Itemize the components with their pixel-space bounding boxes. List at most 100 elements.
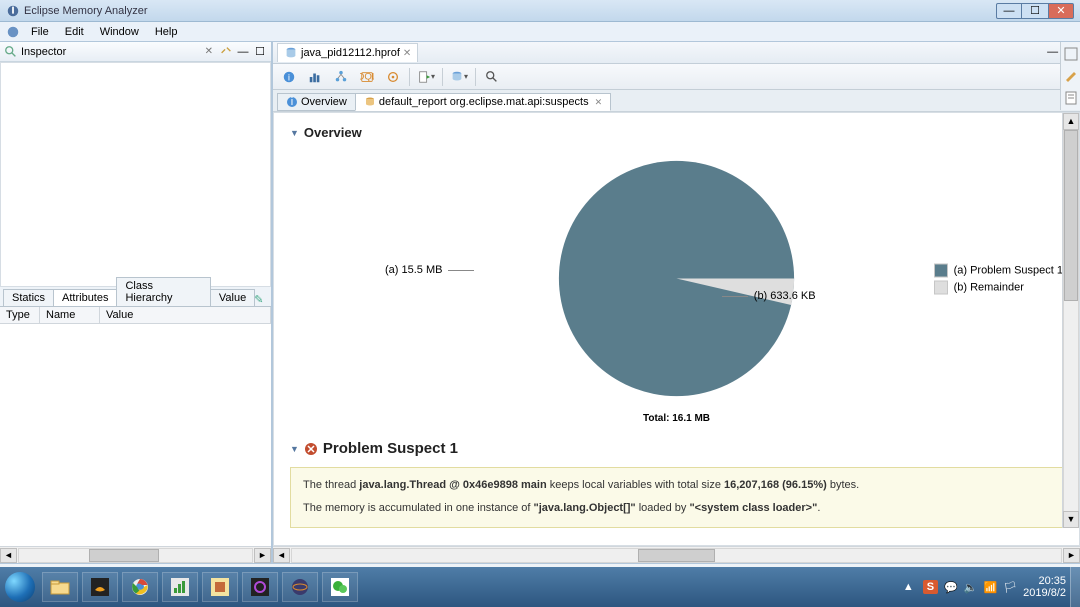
task-sublime[interactable]: [82, 572, 118, 602]
tray-chat-icon[interactable]: 💬: [944, 581, 958, 594]
editor-tab-label: java_pid12112.hprof: [301, 47, 400, 59]
task-app2[interactable]: [202, 572, 238, 602]
menu-bar: File Edit Window Help: [0, 22, 1080, 42]
window-title: Eclipse Memory Analyzer: [24, 5, 996, 17]
editor-tab-hprof[interactable]: java_pid12112.hprof ✕: [277, 43, 418, 62]
subtab-report-label: default_report org.eclipse.mat.api:suspe…: [379, 96, 589, 108]
subtab-report[interactable]: default_report org.eclipse.mat.api:suspe…: [355, 93, 611, 111]
menu-edit[interactable]: Edit: [58, 24, 91, 40]
subtab-overview[interactable]: i Overview: [277, 93, 356, 111]
editor-tab-close-icon[interactable]: ✕: [403, 48, 411, 59]
inspector-tab-class-hierarchy[interactable]: Class Hierarchy: [116, 277, 210, 306]
pin-icon[interactable]: ✎: [254, 293, 268, 306]
menu-help[interactable]: Help: [148, 24, 185, 40]
inspector-tab-statics[interactable]: Statics: [3, 289, 54, 306]
overview-section-header: ▼ Overview: [290, 125, 1063, 140]
editor-toolbar: i OQL ▾ ▾: [273, 64, 1080, 90]
inspector-minimize-icon[interactable]: —: [236, 45, 250, 59]
svg-text:i: i: [288, 72, 290, 83]
inspector-view: Inspector ✕ — ☐ Statics Attributes Class…: [0, 42, 273, 563]
inspector-table-body: [0, 324, 271, 547]
legend-swatch-b: [934, 280, 948, 294]
inspector-tab-value[interactable]: Value: [210, 289, 255, 306]
scroll-right-icon[interactable]: ►: [254, 548, 271, 563]
tray-network-icon[interactable]: 📶: [984, 581, 998, 594]
tray-clock[interactable]: 20:35 2019/8/2: [1023, 575, 1066, 599]
window-close-button[interactable]: ✕: [1048, 3, 1074, 19]
oql-icon[interactable]: OQL: [357, 67, 377, 87]
subtab-overview-label: Overview: [301, 96, 347, 108]
perspective-icon[interactable]: [1063, 46, 1079, 62]
system-tray: ▲ S 💬 🔈 📶 🏳 20:35 2019/8/2: [900, 575, 1070, 599]
column-value[interactable]: Value: [100, 307, 271, 323]
menu-window[interactable]: Window: [93, 24, 146, 40]
query-browser-icon[interactable]: ▾: [449, 67, 469, 87]
inspector-hscrollbar[interactable]: ◄ ►: [0, 546, 271, 563]
inspector-body: [0, 62, 271, 287]
report-icon: [364, 96, 376, 108]
subtab-close-icon[interactable]: ✕: [592, 97, 603, 108]
dominator-tree-icon[interactable]: [331, 67, 351, 87]
inspector-title: Inspector: [21, 46, 202, 58]
tray-volume-icon[interactable]: 🔈: [964, 581, 978, 594]
editor-subtabs: i Overview default_report org.eclipse.ma…: [273, 90, 1080, 112]
scroll-left-icon[interactable]: ◄: [0, 548, 17, 563]
inspector-tab-attributes[interactable]: Attributes: [53, 289, 117, 306]
start-button[interactable]: [0, 567, 40, 607]
content-vscrollbar[interactable]: ▲ ▼: [1062, 113, 1079, 528]
svg-text:i: i: [291, 96, 293, 108]
tray-overflow-icon[interactable]: ▲: [900, 581, 917, 593]
inspector-table-header: Type Name Value: [0, 307, 271, 324]
run-report-icon[interactable]: ▾: [416, 67, 436, 87]
problem-section-header: ▼ Problem Suspect 1: [290, 440, 1063, 457]
pie-label-a: (a) 15.5 MB: [385, 264, 474, 276]
info-icon[interactable]: i: [279, 67, 299, 87]
error-icon: [304, 442, 318, 456]
legend-label-a: (a) Problem Suspect 1: [954, 264, 1063, 276]
notes-icon[interactable]: [1063, 90, 1079, 106]
thread-icon[interactable]: [383, 67, 403, 87]
edit-perspective-icon[interactable]: [1063, 68, 1079, 84]
overview-title: Overview: [304, 125, 362, 140]
collapse-icon[interactable]: ▼: [290, 444, 299, 454]
window-minimize-button[interactable]: —: [996, 3, 1022, 19]
inspector-maximize-icon[interactable]: ☐: [253, 45, 267, 59]
problem-title: Problem Suspect 1: [323, 440, 458, 457]
pie-label-b: (b) 633.6 KB: [722, 290, 816, 302]
content-hscrollbar[interactable]: ◄ ►: [273, 546, 1080, 563]
perspective-bar: [1060, 42, 1080, 110]
legend-swatch-a: [934, 263, 948, 277]
window-maximize-button[interactable]: ☐: [1022, 3, 1048, 19]
app-icon: [6, 4, 20, 18]
inspector-link-icon[interactable]: [219, 45, 233, 59]
tray-input-icon[interactable]: S: [923, 580, 938, 594]
overview-chart: (a) 15.5 MB (b) 633.6 KB (a) Problem Sus…: [290, 146, 1063, 411]
inspector-icon: [4, 45, 18, 59]
task-app3[interactable]: [242, 572, 278, 602]
column-type[interactable]: Type: [0, 307, 40, 323]
windows-taskbar: ▲ S 💬 🔈 📶 🏳 20:35 2019/8/2: [0, 567, 1080, 607]
histogram-icon[interactable]: [305, 67, 325, 87]
scroll-down-icon[interactable]: ▼: [1063, 511, 1079, 528]
task-explorer[interactable]: [42, 572, 78, 602]
svg-text:OQL: OQL: [360, 71, 374, 82]
column-name[interactable]: Name: [40, 307, 100, 323]
search-icon[interactable]: [482, 67, 502, 87]
inspector-close-icon[interactable]: ✕: [202, 46, 216, 57]
menu-file[interactable]: File: [24, 24, 56, 40]
show-desktop-button[interactable]: [1070, 567, 1080, 607]
editor-content: ▼ Overview (a) 15.5 MB: [273, 112, 1080, 546]
task-wechat[interactable]: [322, 572, 358, 602]
task-chrome[interactable]: [122, 572, 158, 602]
task-app1[interactable]: [162, 572, 198, 602]
tray-flag-icon[interactable]: 🏳: [1003, 581, 1017, 594]
editor-minimize-icon[interactable]: —: [1047, 46, 1058, 59]
collapse-icon[interactable]: ▼: [290, 128, 299, 138]
scroll-up-icon[interactable]: ▲: [1063, 113, 1079, 130]
scroll-left-icon[interactable]: ◄: [273, 548, 290, 563]
scroll-right-icon[interactable]: ►: [1063, 548, 1080, 563]
problem-description: The thread java.lang.Thread @ 0x46e9898 …: [290, 467, 1063, 528]
inspector-tabstrip: Statics Attributes Class Hierarchy Value…: [0, 287, 271, 307]
eclipse-icon: [6, 25, 20, 39]
task-eclipse[interactable]: [282, 572, 318, 602]
